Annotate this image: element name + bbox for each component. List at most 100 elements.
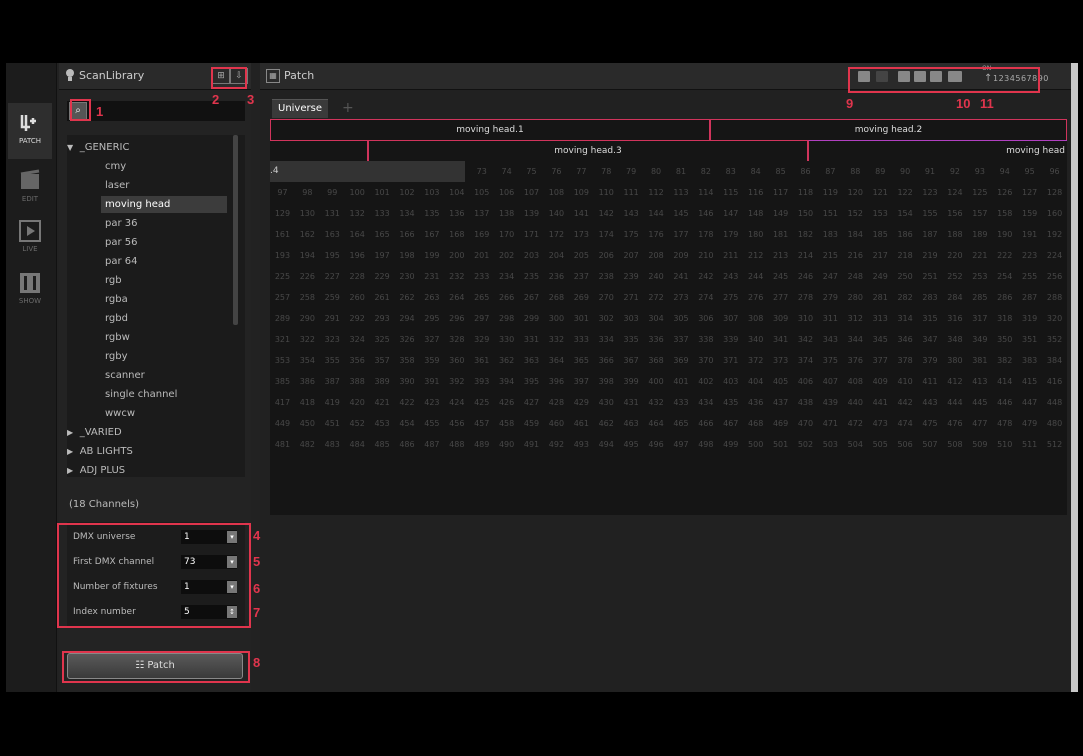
dmx-channel-cell[interactable]: 200	[444, 245, 469, 266]
dmx-channel-cell[interactable]: 213	[768, 245, 793, 266]
dmx-channel-cell[interactable]: 194	[295, 245, 320, 266]
tree-folder[interactable]: ▼ _GENERIC	[67, 139, 227, 156]
dmx-channel-cell[interactable]: 398	[594, 371, 619, 392]
dmx-channel-cell[interactable]: 424	[444, 392, 469, 413]
dmx-channel-cell[interactable]: 323	[320, 329, 345, 350]
dmx-channel-cell[interactable]: 426	[494, 392, 519, 413]
dmx-channel-cell[interactable]: 233	[469, 266, 494, 287]
dmx-channel-cell[interactable]: 289	[270, 308, 295, 329]
dmx-channel-cell[interactable]: 266	[494, 287, 519, 308]
dmx-channel-cell[interactable]: 304	[644, 308, 669, 329]
dmx-channel-cell[interactable]: 314	[893, 308, 918, 329]
tree-item[interactable]: cmy	[101, 158, 227, 175]
dmx-channel-cell[interactable]: 155	[918, 203, 943, 224]
dmx-channel-cell[interactable]: 157	[967, 203, 992, 224]
dmx-channel-cell[interactable]: 384	[1042, 350, 1067, 371]
dmx-channel-cell[interactable]: 217	[868, 245, 893, 266]
tree-item[interactable]: wwcw	[101, 405, 227, 422]
dmx-channel-cell[interactable]: 379	[918, 350, 943, 371]
dmx-channel-cell[interactable]: 322	[295, 329, 320, 350]
dmx-channel-cell[interactable]: 477	[967, 413, 992, 434]
dmx-channel-cell[interactable]: 310	[793, 308, 818, 329]
dmx-channel-cell[interactable]: 203	[519, 245, 544, 266]
dmx-channel-cell[interactable]: 454	[395, 413, 420, 434]
dmx-channel-cell[interactable]: 296	[444, 308, 469, 329]
dmx-channel-cell[interactable]: 499	[718, 434, 743, 455]
dmx-channel-cell[interactable]: 223	[1017, 245, 1042, 266]
dmx-channel-cell[interactable]: 120	[843, 182, 868, 203]
dmx-channel-cell[interactable]: 407	[818, 371, 843, 392]
dmx-channel-cell[interactable]: 243	[718, 266, 743, 287]
dmx-channel-cell[interactable]: 186	[893, 224, 918, 245]
dmx-channel-cell[interactable]: 425	[469, 392, 494, 413]
dmx-channel-cell[interactable]: 498	[693, 434, 718, 455]
dmx-channel-cell[interactable]: 150	[793, 203, 818, 224]
dmx-channel-cell[interactable]: 471	[818, 413, 843, 434]
dmx-channel-cell[interactable]: 479	[1017, 413, 1042, 434]
dmx-channel-cell[interactable]: 196	[345, 245, 370, 266]
dmx-channel-cell[interactable]: 462	[594, 413, 619, 434]
dmx-channel-cell[interactable]: 353	[270, 350, 295, 371]
dmx-channel-cell[interactable]: 340	[743, 329, 768, 350]
dmx-channel-cell[interactable]: 204	[544, 245, 569, 266]
dmx-channel-cell[interactable]: 91	[918, 161, 943, 182]
dmx-channel-cell[interactable]: 318	[992, 308, 1017, 329]
nav-edit-button[interactable]: EDIT	[8, 161, 52, 217]
dmx-channel-cell[interactable]: 95	[1017, 161, 1042, 182]
dmx-channel-cell[interactable]: 139	[519, 203, 544, 224]
dmx-channel-cell[interactable]: 207	[619, 245, 644, 266]
dmx-channel-cell[interactable]: 327	[419, 329, 444, 350]
dmx-channel-cell[interactable]: 305	[669, 308, 694, 329]
dmx-channel-cell[interactable]: 409	[868, 371, 893, 392]
tree-folder[interactable]: ▶ AB LIGHTS	[67, 443, 227, 460]
dmx-channel-cell[interactable]: 151	[818, 203, 843, 224]
dmx-channel-cell[interactable]: 255	[1017, 266, 1042, 287]
dmx-channel-cell[interactable]: 308	[743, 308, 768, 329]
dmx-channel-cell[interactable]: 178	[693, 224, 718, 245]
dmx-channel-cell[interactable]: 280	[843, 287, 868, 308]
dmx-channel-cell[interactable]: 436	[743, 392, 768, 413]
dmx-channel-cell[interactable]: 278	[793, 287, 818, 308]
dmx-channel-cell[interactable]: 387	[320, 371, 345, 392]
dmx-channel-cell[interactable]: 295	[419, 308, 444, 329]
dmx-channel-cell[interactable]: 443	[918, 392, 943, 413]
dmx-channel-cell[interactable]: 181	[768, 224, 793, 245]
dmx-channel-cell[interactable]: 254	[992, 266, 1017, 287]
tree-item[interactable]: rgba	[101, 291, 227, 308]
dmx-channel-cell[interactable]: 491	[519, 434, 544, 455]
dmx-channel-cell[interactable]: 231	[419, 266, 444, 287]
dmx-channel-cell[interactable]: 476	[942, 413, 967, 434]
dmx-channel-cell[interactable]: 466	[693, 413, 718, 434]
dmx-channel-cell[interactable]: 470	[793, 413, 818, 434]
dmx-channel-cell[interactable]: 374	[793, 350, 818, 371]
dmx-channel-cell[interactable]: 354	[295, 350, 320, 371]
dmx-channel-cell[interactable]: 215	[818, 245, 843, 266]
dmx-channel-cell[interactable]: 313	[868, 308, 893, 329]
dmx-channel-cell[interactable]: 152	[843, 203, 868, 224]
dmx-channel-cell[interactable]: 107	[519, 182, 544, 203]
tree-item[interactable]: rgbw	[101, 329, 227, 346]
fixture-moving-head-1[interactable]: moving head.1	[270, 119, 710, 140]
dmx-channel-cell[interactable]: 168	[444, 224, 469, 245]
dmx-channel-cell[interactable]: 438	[793, 392, 818, 413]
dmx-channel-cell[interactable]: 413	[967, 371, 992, 392]
dmx-channel-cell[interactable]: 81	[669, 161, 694, 182]
dmx-channel-cell[interactable]: 141	[569, 203, 594, 224]
dmx-channel-cell[interactable]: 241	[669, 266, 694, 287]
dmx-channel-cell[interactable]: 171	[519, 224, 544, 245]
dmx-channel-cell[interactable]: 271	[619, 287, 644, 308]
dmx-channel-cell[interactable]: 226	[295, 266, 320, 287]
dmx-channel-cell[interactable]: 460	[544, 413, 569, 434]
dmx-channel-cell[interactable]: 321	[270, 329, 295, 350]
dmx-channel-cell[interactable]: 201	[469, 245, 494, 266]
dmx-channel-cell[interactable]: 105	[469, 182, 494, 203]
dmx-channel-cell[interactable]: 109	[569, 182, 594, 203]
dmx-channel-cell[interactable]: 422	[395, 392, 420, 413]
dmx-channel-cell[interactable]: 86	[793, 161, 818, 182]
dmx-channel-cell[interactable]: 197	[370, 245, 395, 266]
dmx-channel-cell[interactable]: 84	[743, 161, 768, 182]
dmx-channel-cell[interactable]: 486	[395, 434, 420, 455]
dmx-channel-cell[interactable]: 78	[594, 161, 619, 182]
dmx-channel-cell[interactable]: 385	[270, 371, 295, 392]
dmx-channel-cell[interactable]: 106	[494, 182, 519, 203]
